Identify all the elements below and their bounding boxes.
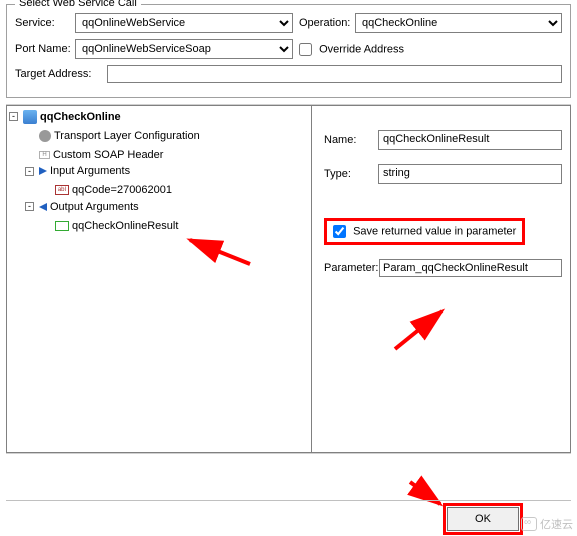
row-port-override: Port Name: qqOnlineWebServiceSoap Overri…	[15, 39, 562, 59]
target-address-input[interactable]	[107, 65, 562, 83]
service-dropdown[interactable]: qqOnlineWebService	[75, 13, 293, 33]
type-label: Type:	[324, 168, 378, 180]
arrow-in-icon	[39, 167, 47, 175]
service-label: Service:	[15, 17, 75, 29]
parameter-row: Parameter:	[324, 259, 562, 277]
gear-icon	[39, 130, 51, 142]
arrow-out-icon	[39, 203, 47, 211]
operation-label: Operation:	[299, 17, 355, 29]
tree-pane[interactable]: - qqCheckOnline Transport Layer Configur…	[6, 105, 312, 453]
ok-button[interactable]: OK	[447, 507, 519, 531]
port-name-label: Port Name:	[15, 43, 75, 55]
watermark-icon	[521, 517, 537, 531]
save-returned-input[interactable]	[333, 225, 346, 238]
watermark: 亿速云	[521, 516, 573, 532]
tree-input-arguments[interactable]: - Input Arguments	[25, 163, 130, 179]
details-pane: Name: qqCheckOnlineResult Type: string S…	[312, 105, 571, 453]
detail-type-row: Type: string	[324, 164, 562, 184]
split-pane: - qqCheckOnline Transport Layer Configur…	[6, 104, 571, 454]
abc-icon: abI	[55, 185, 69, 195]
save-returned-checkbox[interactable]: Save returned value in parameter	[333, 225, 516, 238]
tree-root[interactable]: - qqCheckOnline	[9, 109, 121, 125]
tree-transport-layer[interactable]: Transport Layer Configuration	[25, 128, 200, 144]
row-service-operation: Service: qqOnlineWebService Operation: q…	[15, 13, 562, 33]
port-name-dropdown[interactable]: qqOnlineWebServiceSoap	[75, 39, 293, 59]
header-icon: H	[39, 151, 50, 159]
override-address-input[interactable]	[299, 43, 312, 56]
collapse-icon[interactable]: -	[25, 167, 34, 176]
tree-soap-header[interactable]: H Custom SOAP Header	[25, 147, 163, 163]
select-call-fieldset: Select Web Service Call Service: qqOnlin…	[6, 4, 571, 98]
fieldset-title: Select Web Service Call	[15, 0, 141, 9]
operation-dropdown[interactable]: qqCheckOnline	[355, 13, 562, 33]
parameter-input[interactable]	[379, 259, 562, 277]
tree-output-arguments[interactable]: - Output Arguments	[25, 199, 139, 215]
target-address-label: Target Address:	[15, 68, 103, 80]
type-value: string	[378, 164, 562, 184]
bottom-bar: OK	[6, 500, 571, 536]
service-icon	[23, 110, 37, 124]
result-icon	[55, 221, 69, 231]
collapse-icon[interactable]: -	[9, 112, 18, 121]
override-address-checkbox[interactable]: Override Address	[299, 43, 404, 56]
parameter-label: Parameter:	[324, 262, 379, 274]
row-target-address: Target Address:	[15, 65, 562, 83]
detail-name-row: Name: qqCheckOnlineResult	[324, 130, 562, 150]
tree-result-item[interactable]: qqCheckOnlineResult	[41, 218, 178, 234]
save-returned-highlight: Save returned value in parameter	[324, 218, 525, 245]
ok-highlight: OK	[443, 503, 523, 535]
collapse-icon[interactable]: -	[25, 202, 34, 211]
name-value: qqCheckOnlineResult	[378, 130, 562, 150]
tree-qqcode[interactable]: abI qqCode=270062001	[41, 182, 172, 198]
name-label: Name:	[324, 134, 378, 146]
